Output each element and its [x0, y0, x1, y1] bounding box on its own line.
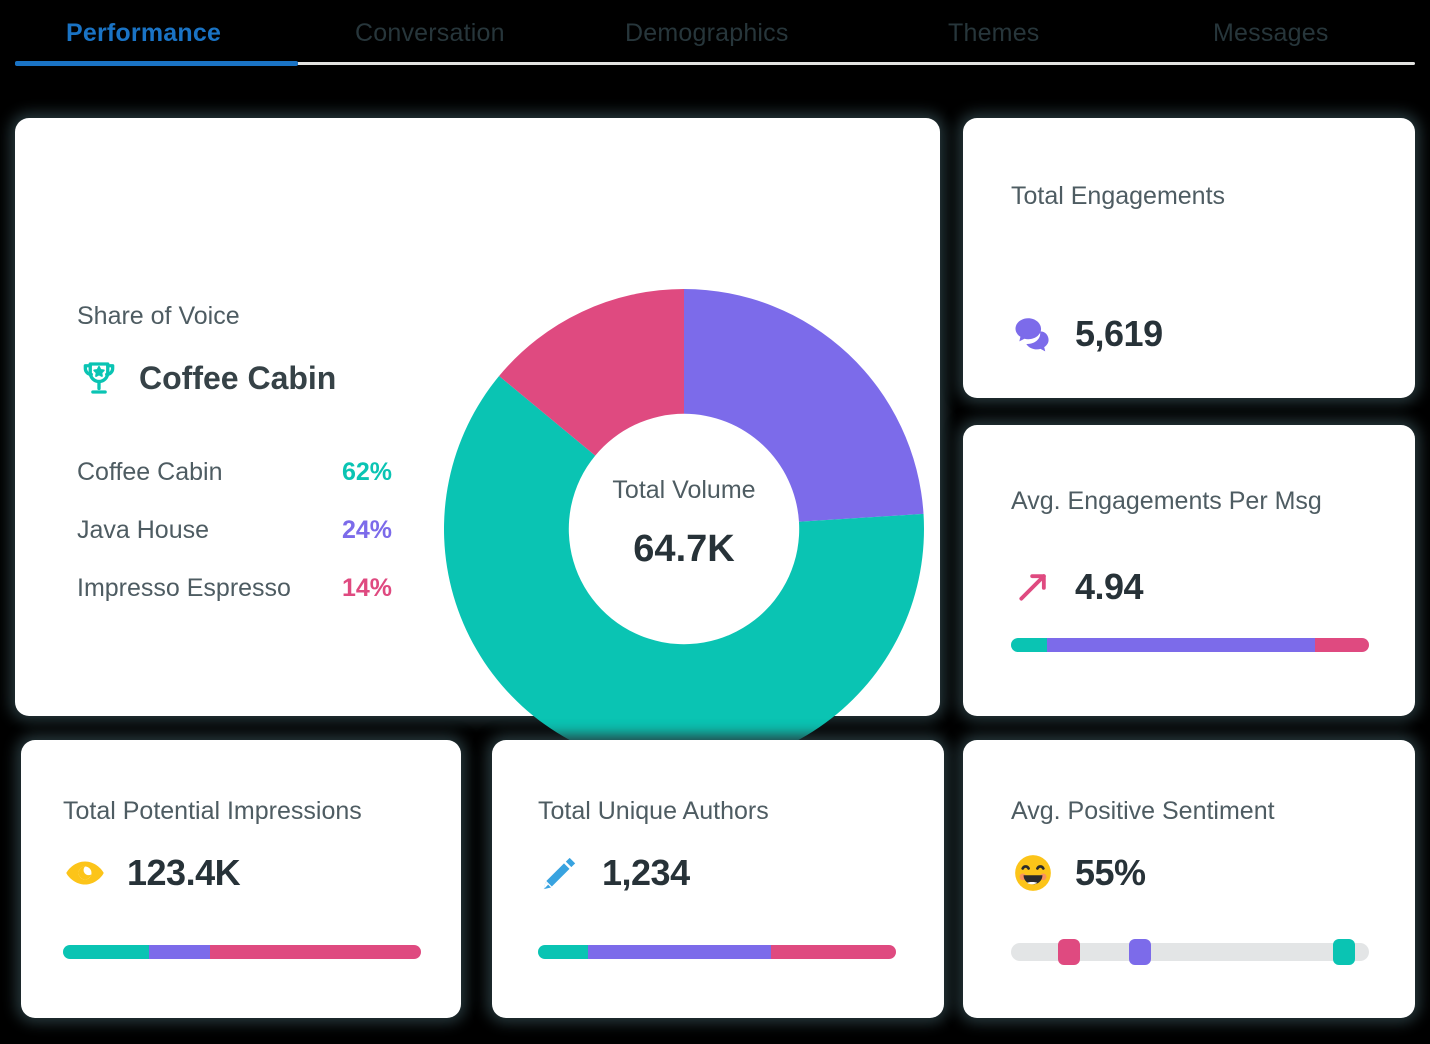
tab-performance[interactable]: Performance [66, 13, 221, 53]
total-potential-impressions-value: 123.4K [127, 852, 240, 894]
tab-demographics[interactable]: Demographics [625, 13, 789, 53]
avg-positive-sentiment-value: 55% [1075, 852, 1146, 894]
tab-conversation[interactable]: Conversation [355, 13, 505, 53]
avg-engagements-per-msg-value: 4.94 [1075, 566, 1143, 608]
eye-icon [63, 851, 107, 895]
bar-segment-impresso-espresso [771, 945, 896, 959]
legend-percent: 24% [342, 516, 392, 545]
tab-messages[interactable]: Messages [1213, 13, 1329, 53]
legend-row-impresso-espresso: Impresso Espresso 14% [77, 574, 392, 632]
speech-bubbles-icon [1011, 312, 1055, 356]
bar-segment-impresso-espresso [210, 945, 421, 959]
total-potential-impressions-stacked-bar [63, 945, 421, 959]
active-tab-underline [15, 61, 298, 66]
total-engagements-metric: 5,619 [1011, 312, 1163, 356]
total-engagements-card: Total Engagements 5,619 [963, 118, 1415, 398]
total-potential-impressions-title: Total Potential Impressions [63, 797, 362, 826]
avg-engagements-per-msg-metric: 4.94 [1011, 565, 1143, 609]
bar-segment-java-house [588, 945, 771, 959]
legend-percent: 14% [342, 574, 392, 603]
total-unique-authors-card: Total Unique Authors 1,234 [492, 740, 944, 1018]
tab-bar: Performance Conversation Demographics Th… [0, 0, 1430, 66]
avg-positive-sentiment-title: Avg. Positive Sentiment [1011, 797, 1275, 826]
trending-up-arrow-icon [1011, 565, 1055, 609]
smiling-face-emoji-icon [1011, 851, 1055, 895]
avg-positive-sentiment-metric: 55% [1011, 851, 1146, 895]
bar-segment-coffee-cabin [538, 945, 588, 959]
total-unique-authors-stacked-bar [538, 945, 896, 959]
bar-segment-impresso-espresso [1315, 638, 1369, 652]
marker-java-house [1129, 939, 1151, 965]
total-potential-impressions-metric: 123.4K [63, 851, 240, 895]
marker-impresso-espresso [1058, 939, 1080, 965]
avg-engagements-per-msg-card: Avg. Engagements Per Msg 4.94 [963, 425, 1415, 716]
legend-label: Impresso Espresso [77, 574, 291, 603]
tab-themes[interactable]: Themes [948, 13, 1040, 53]
total-unique-authors-value: 1,234 [602, 852, 690, 894]
donut-center-value: 64.7K [443, 528, 925, 571]
total-unique-authors-title: Total Unique Authors [538, 797, 769, 826]
pencil-icon [538, 851, 582, 895]
total-engagements-title: Total Engagements [1011, 182, 1225, 211]
share-of-voice-legend: Coffee Cabin 62% Java House 24% Impresso… [77, 458, 392, 632]
share-of-voice-leader: Coffee Cabin [77, 356, 336, 400]
trophy-icon [77, 356, 121, 400]
legend-label: Java House [77, 516, 209, 545]
legend-label: Coffee Cabin [77, 458, 222, 487]
share-of-voice-donut-chart: Total Volume 64.7K [443, 288, 925, 770]
bar-segment-coffee-cabin [63, 945, 149, 959]
bar-segment-java-house [149, 945, 210, 959]
marker-coffee-cabin [1333, 939, 1355, 965]
avg-engagements-per-msg-title: Avg. Engagements Per Msg [1011, 487, 1322, 516]
legend-row-java-house: Java House 24% [77, 516, 392, 574]
total-potential-impressions-card: Total Potential Impressions 123.4K [21, 740, 461, 1018]
avg-positive-sentiment-card: Avg. Positive Sentiment 55% [963, 740, 1415, 1018]
donut-center-label: Total Volume [443, 476, 925, 505]
total-engagements-value: 5,619 [1075, 313, 1163, 355]
bar-segment-coffee-cabin [1011, 638, 1047, 652]
share-of-voice-card: Share of Voice Coffee Cabin Coffee Cabin… [15, 118, 940, 716]
avg-positive-sentiment-marker-bar [1011, 943, 1369, 961]
legend-percent: 62% [342, 458, 392, 487]
total-unique-authors-metric: 1,234 [538, 851, 690, 895]
legend-row-coffee-cabin: Coffee Cabin 62% [77, 458, 392, 516]
share-of-voice-title: Share of Voice [77, 302, 240, 331]
leader-brand-name: Coffee Cabin [139, 360, 336, 397]
avg-engagements-per-msg-stacked-bar [1011, 638, 1369, 652]
bar-segment-java-house [1047, 638, 1316, 652]
